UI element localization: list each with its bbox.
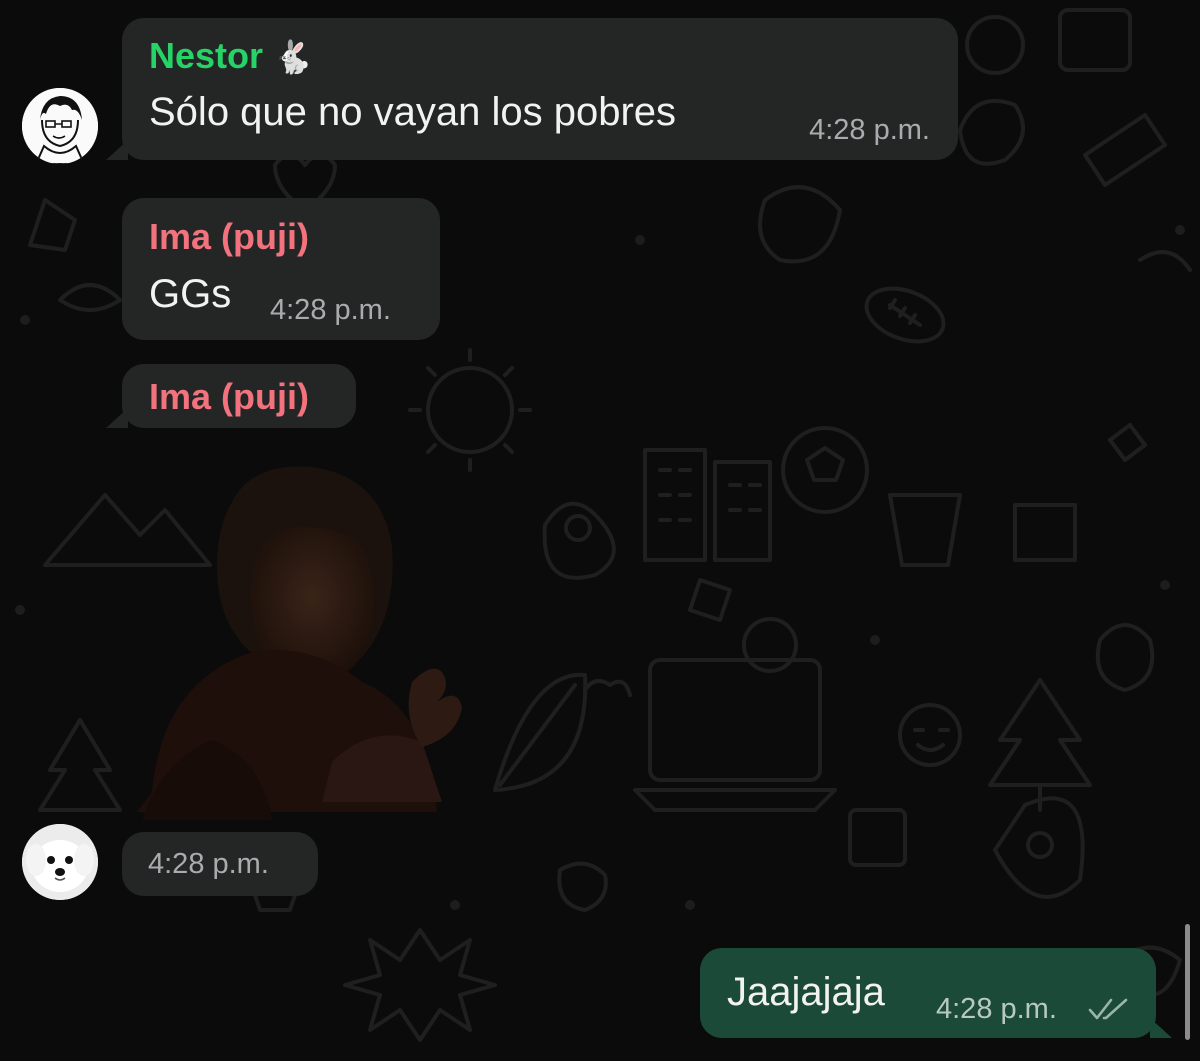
message-timestamp: 4:28 p.m.: [148, 848, 269, 880]
message-bubble-nestor[interactable]: Nestor 🐇 Sólo que no vayan los pobres 4:…: [106, 18, 958, 160]
avatar-puppy-icon: [22, 824, 98, 900]
avatar-ima[interactable]: [22, 824, 98, 900]
message-text: GGs: [149, 272, 232, 316]
rabbit-emoji: 🐇: [273, 39, 313, 75]
message-text: Sólo que no vayan los pobres: [149, 90, 677, 134]
sender-name: Nestor 🐇: [149, 35, 313, 76]
sender-label-bubble-ima[interactable]: Ima (puji): [106, 364, 356, 428]
double-check-icon: [1088, 998, 1128, 1020]
sticker-image[interactable]: [122, 462, 477, 820]
avatar-nestor-drawing-icon: [22, 88, 98, 164]
message-bubble-ima-ggs[interactable]: Ima (puji) GGs 4:28 p.m.: [122, 198, 440, 340]
sender-name: Ima (puji): [149, 376, 309, 417]
message-bubble-outgoing[interactable]: Jaajajaja 4:28 p.m.: [700, 948, 1172, 1038]
message-timestamp: 4:28 p.m.: [809, 114, 930, 146]
message-timestamp: 4:28 p.m.: [270, 294, 391, 326]
chat-scrollbar[interactable]: [1185, 924, 1190, 1040]
message-timestamp: 4:28 p.m.: [936, 993, 1057, 1025]
avatar-nestor[interactable]: [22, 88, 98, 164]
message-text: Jaajajaja: [727, 970, 885, 1014]
sticker-timestamp-pill: 4:28 p.m.: [122, 832, 318, 896]
sender-name: Ima (puji): [149, 216, 309, 257]
sticker-person-photo: [137, 466, 462, 820]
chat-view: Nestor 🐇 Sólo que no vayan los pobres 4:…: [0, 0, 1200, 1061]
